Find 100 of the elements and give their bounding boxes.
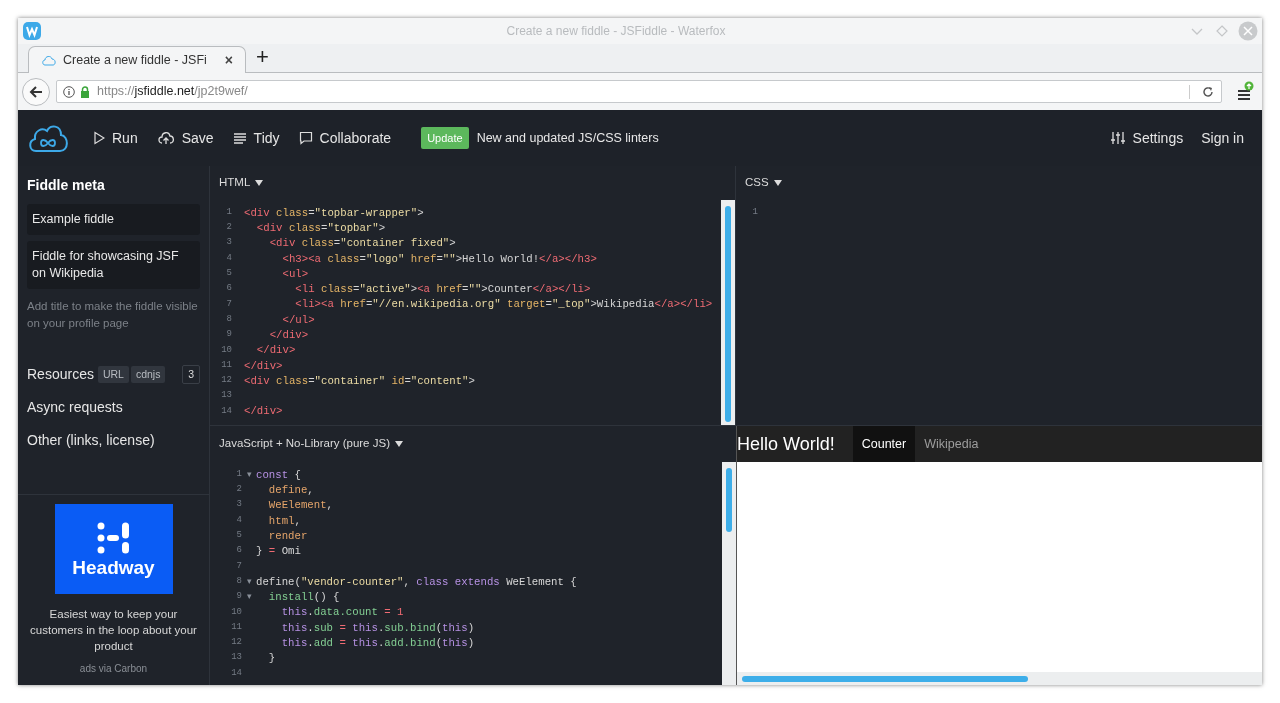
input-field[interactable]: Example fiddle bbox=[27, 204, 200, 235]
line-number: 10 bbox=[220, 343, 232, 357]
menu-icon[interactable] bbox=[1236, 80, 1254, 103]
code-line: html, bbox=[267, 513, 301, 529]
sidebar-title: Fiddle meta bbox=[27, 176, 106, 195]
lines-icon bbox=[232, 132, 247, 144]
nav-tab[interactable]: Wikipedia bbox=[915, 426, 988, 462]
line-number: 6 bbox=[235, 544, 242, 558]
code-line: <div class="container" id="content"> bbox=[244, 373, 475, 389]
code-line: } = Omi bbox=[256, 544, 301, 560]
code-line: this.sub = this.sub.bind(this) bbox=[280, 620, 475, 636]
update-badge: Update bbox=[421, 126, 469, 150]
line-number: 14 bbox=[230, 666, 242, 680]
maximize-icon[interactable] bbox=[1216, 25, 1228, 37]
panel-label[interactable]: JavaScript + No-Library (pure JS) bbox=[219, 435, 390, 453]
speech-bubble-icon bbox=[298, 131, 313, 145]
tab-close-button[interactable]: × bbox=[224, 49, 233, 71]
window-title: Create a new fiddle - JSFiddle - Waterfox bbox=[506, 23, 726, 40]
tab-title: Create a new fiddle - JSFi bbox=[63, 51, 208, 69]
line-number: 10 bbox=[230, 605, 242, 619]
code-line: this.data.count = 1 bbox=[280, 605, 404, 621]
code-line: const { bbox=[256, 467, 301, 483]
minimize-icon[interactable] bbox=[1190, 26, 1204, 36]
address-field[interactable]: https://jsfiddle.net/jp2t9wef/ bbox=[56, 80, 1222, 103]
line-number: 9 bbox=[225, 328, 232, 342]
ad-text[interactable]: Easiest way to keep your customers in the loop about your product bbox=[28, 606, 199, 654]
code-line: render bbox=[267, 528, 308, 544]
code-line: <li class="active"><a href="">Counter</a></li> bbox=[294, 282, 591, 298]
nav-link[interactable]: Sign in bbox=[1201, 127, 1244, 149]
nav-link[interactable]: Save bbox=[156, 127, 214, 149]
ad-banner[interactable]: Headway bbox=[54, 504, 173, 594]
scrollbar[interactable] bbox=[737, 672, 1262, 685]
line-number: 11 bbox=[230, 620, 242, 634]
section-link[interactable]: Resources bbox=[27, 364, 94, 385]
scrollbar[interactable] bbox=[722, 462, 736, 685]
code-line: this.add = this.add.bind(this) bbox=[280, 635, 475, 651]
close-icon[interactable] bbox=[1238, 21, 1258, 41]
line-number: 8 bbox=[235, 574, 242, 588]
section-link[interactable]: Other (links, license) bbox=[27, 430, 155, 451]
nav-link[interactable]: Settings bbox=[1109, 127, 1184, 149]
line-number: 12 bbox=[220, 374, 232, 388]
reload-icon[interactable] bbox=[1202, 85, 1214, 98]
line-number: 13 bbox=[220, 389, 232, 403]
upload-cloud-icon bbox=[156, 131, 175, 145]
code-line: <ul> bbox=[281, 266, 309, 282]
code-line: </div> bbox=[255, 343, 296, 359]
line-number: 3 bbox=[225, 236, 232, 250]
code-line: <div class="container fixed"> bbox=[268, 236, 456, 252]
code-line: <div class="topbar"> bbox=[255, 220, 386, 236]
nav-tab[interactable]: Counter bbox=[852, 426, 916, 462]
ad-attribution[interactable]: ads via Carbon bbox=[79, 661, 148, 676]
line-number: 4 bbox=[225, 251, 232, 265]
line-number: 12 bbox=[230, 636, 242, 650]
url-text: https://jsfiddle.net/jp2t9wef/ bbox=[97, 83, 248, 101]
code-line: <div class="topbar-wrapper"> bbox=[244, 205, 424, 221]
line-number: 2 bbox=[225, 221, 232, 235]
scrollbar[interactable] bbox=[721, 200, 735, 425]
section-link[interactable]: Async requests bbox=[27, 397, 123, 418]
nav-link[interactable]: Collaborate bbox=[298, 127, 392, 149]
code-line: <li><a href="//en.wikipedia.org" target="_top">Wikipedia</a></li> bbox=[294, 297, 713, 313]
code-line: define, bbox=[267, 482, 314, 498]
nav-link[interactable]: Run bbox=[93, 127, 138, 149]
hint-text: Add title to make the fiddle visible on your profile page bbox=[27, 299, 199, 331]
back-arrow-icon bbox=[29, 85, 43, 98]
line-number: 14 bbox=[220, 404, 232, 418]
code-line: </div> bbox=[244, 404, 283, 420]
fold-toggle[interactable]: ▾ bbox=[242, 590, 256, 604]
tag: URL bbox=[97, 365, 129, 384]
brand-title[interactable]: Hello World! bbox=[737, 426, 853, 462]
cloud-icon bbox=[41, 54, 57, 66]
line-number: 5 bbox=[225, 267, 232, 281]
count-badge: 3 bbox=[182, 364, 200, 385]
browser-tab[interactable]: Create a new fiddle - JSFi × bbox=[28, 46, 246, 73]
panel-label[interactable]: CSS bbox=[745, 174, 769, 192]
code-line: </ul> bbox=[281, 312, 315, 328]
info-icon[interactable] bbox=[63, 85, 75, 98]
code-line: </div> bbox=[268, 328, 309, 343]
back-button[interactable] bbox=[22, 77, 50, 106]
line-number: 1 bbox=[225, 205, 232, 219]
fold-toggle[interactable]: ▾ bbox=[242, 467, 256, 482]
caret-icon bbox=[394, 441, 403, 447]
cloud-logo-icon[interactable] bbox=[27, 123, 69, 153]
tag: cdnjs bbox=[130, 365, 166, 384]
line-number: 7 bbox=[225, 297, 232, 311]
line-number: 1 bbox=[235, 467, 242, 481]
input-field[interactable]: Fiddle for showcasing JSF on Wikipedia bbox=[27, 241, 200, 289]
panel-label[interactable]: HTML bbox=[219, 174, 251, 192]
code-line: <h3><a class="logo" href="">Hello World!</a></h3> bbox=[281, 251, 597, 267]
code-line: define("vendor-counter", class extends WeElement { bbox=[256, 574, 577, 590]
line-number: 8 bbox=[225, 312, 232, 326]
new-tab-button[interactable]: + bbox=[256, 46, 269, 68]
caret-icon bbox=[255, 180, 264, 186]
fold-toggle[interactable]: ▾ bbox=[242, 574, 256, 589]
dots-logo-icon bbox=[96, 521, 131, 554]
nav-link[interactable]: Tidy bbox=[232, 127, 280, 149]
code-line: </div> bbox=[244, 358, 283, 374]
line-number: 11 bbox=[220, 358, 232, 372]
line-number: 13 bbox=[230, 651, 242, 665]
browser-logo-icon bbox=[22, 21, 42, 41]
update-text[interactable]: New and updated JS/CSS linters bbox=[476, 128, 659, 148]
